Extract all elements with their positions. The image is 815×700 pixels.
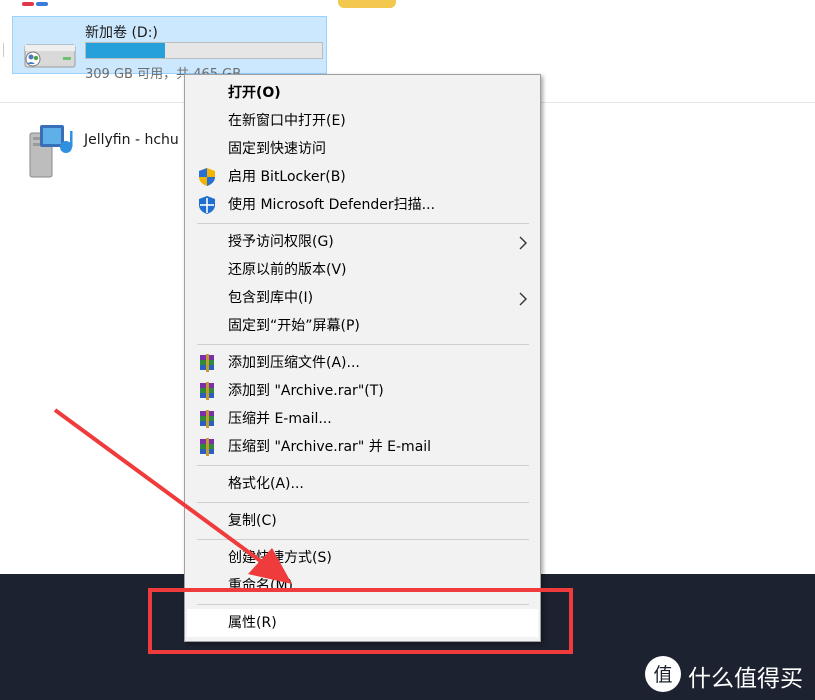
menu-item-label: 在新窗口中打开(E): [228, 113, 346, 129]
menu-separator: [197, 465, 529, 466]
menu-item[interactable]: 包含到库中(I): [187, 284, 538, 312]
svg-text:值: 值: [653, 664, 672, 686]
menu-item[interactable]: 授予访问权限(G): [187, 228, 538, 256]
chevron-right-icon: [518, 291, 528, 306]
menu-item-label: 添加到 "Archive.rar"(T): [228, 383, 384, 399]
menu-item[interactable]: 固定到“开始”屏幕(P): [187, 312, 538, 340]
menu-item[interactable]: 使用 Microsoft Defender扫描...: [187, 191, 538, 219]
menu-item[interactable]: 打开(O): [187, 79, 538, 107]
uac-shield-icon: [197, 167, 217, 187]
menu-item-label: 打开(O): [228, 85, 281, 101]
drive-usage-fill: [86, 43, 166, 58]
menu-item-label: 启用 BitLocker(B): [228, 169, 346, 185]
menu-item-label: 固定到“开始”屏幕(P): [228, 318, 360, 334]
drive-usage-bar: [85, 42, 323, 59]
menu-item-label: 复制(C): [228, 513, 277, 529]
hard-drive-users-icon: [24, 44, 76, 68]
winrar-icon: [197, 381, 217, 401]
menu-item[interactable]: 固定到快速访问: [187, 135, 538, 163]
menu-item[interactable]: 压缩到 "Archive.rar" 并 E-mail: [187, 433, 538, 461]
menu-item-label: 使用 Microsoft Defender扫描...: [228, 197, 436, 213]
annotation-highlight-box: [148, 588, 573, 654]
menu-separator: [197, 539, 529, 540]
watermark-text: 什么值得买: [688, 666, 803, 692]
menu-item[interactable]: 添加到 "Archive.rar"(T): [187, 377, 538, 405]
drive-name: 新加卷 (D:): [85, 25, 158, 41]
menu-item[interactable]: 压缩并 E-mail...: [187, 405, 538, 433]
menu-item-label: 添加到压缩文件(A)...: [228, 355, 360, 371]
menu-item-label: 还原以前的版本(V): [228, 262, 347, 278]
defender-shield-icon: [197, 195, 217, 215]
media-label[interactable]: Jellyfin - hchu: [84, 132, 179, 148]
menu-item[interactable]: 在新窗口中打开(E): [187, 107, 538, 135]
menu-item-label: 创建快捷方式(S): [228, 550, 332, 566]
context-menu: 打开(O) 在新窗口中打开(E) 固定到快速访问启用 BitLocker(B) 使用 …: [184, 74, 541, 642]
menu-item[interactable]: 复制(C): [187, 507, 538, 535]
menu-separator: [197, 223, 529, 224]
partial-folder-icon: [338, 0, 396, 8]
smzdm-logo-icon: 值: [645, 656, 681, 692]
chevron-right-icon: [518, 235, 528, 250]
menu-item-label: 固定到快速访问: [228, 141, 326, 157]
menu-item[interactable]: 启用 BitLocker(B): [187, 163, 538, 191]
menu-item-label: 压缩到 "Archive.rar" 并 E-mail: [228, 439, 432, 455]
menu-item-label: 格式化(A)...: [228, 476, 304, 492]
menu-item-label: 压缩并 E-mail...: [228, 411, 332, 427]
winrar-icon: [197, 353, 217, 373]
menu-separator: [197, 344, 529, 345]
menu-item-label: 授予访问权限(G): [228, 234, 334, 250]
menu-item[interactable]: 还原以前的版本(V): [187, 256, 538, 284]
menu-item[interactable]: 创建快捷方式(S): [187, 544, 538, 572]
menu-item-label: 包含到库中(I): [228, 290, 314, 306]
checkbox-edge: [0, 43, 4, 57]
menu-item[interactable]: 添加到压缩文件(A)...: [187, 349, 538, 377]
menu-separator: [197, 502, 529, 503]
menu-item[interactable]: 格式化(A)...: [187, 470, 538, 498]
drive-d-tile[interactable]: 新加卷 (D:) 309 GB 可用，共 465 GB: [12, 16, 327, 82]
winrar-icon: [197, 437, 217, 457]
partial-app-icon: [22, 0, 52, 8]
winrar-icon: [197, 409, 217, 429]
media-server-icon[interactable]: [26, 123, 80, 181]
